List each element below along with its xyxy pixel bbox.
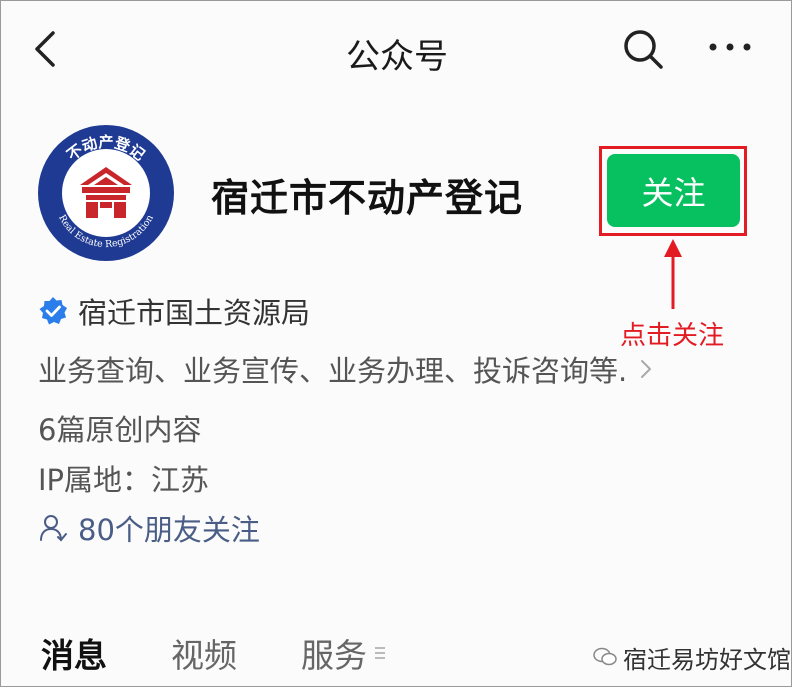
watermark: 宿迁易坊好文馆 xyxy=(593,639,791,675)
tab-messages[interactable]: 消息 xyxy=(41,629,107,677)
tab-bar: 消息 视频 服务 xyxy=(41,629,387,677)
watermark-text: 宿迁易坊好文馆 xyxy=(623,645,791,674)
tab-videos[interactable]: 视频 xyxy=(171,629,237,677)
menu-icon xyxy=(375,647,385,659)
person-icon xyxy=(40,515,67,542)
tab-services-label: 服务 xyxy=(301,636,367,675)
account-name: 宿迁市不动产登记 xyxy=(211,176,524,220)
friends-following-row[interactable]: 80个朋友关注 xyxy=(38,507,260,549)
verified-by-label: 宿迁市国土资源局 xyxy=(78,296,311,330)
chevron-right-icon xyxy=(641,360,652,378)
follow-button[interactable]: 关注 xyxy=(607,154,740,227)
page-title: 公众号 xyxy=(346,37,448,77)
search-icon xyxy=(624,30,663,69)
real-estate-registration-logo: 不动产登记 Real Estate Registration xyxy=(38,125,174,261)
ip-location: IP属地：江苏 xyxy=(38,463,210,497)
verified-row[interactable]: 宿迁市国土资源局 xyxy=(38,291,310,331)
description-row[interactable]: 业务查询、业务宣传、业务办理、投诉咨询等. xyxy=(38,349,738,389)
account-description: 业务查询、业务宣传、业务办理、投诉咨询等. xyxy=(38,354,628,388)
arrow-up-icon xyxy=(664,239,682,309)
annotation-text: 点击关注 xyxy=(620,321,725,351)
phone-screen: 公众号 不动产登记 Real Estate Registration 宿迁市不动… xyxy=(0,0,792,687)
more-button[interactable] xyxy=(707,37,753,57)
top-nav-bar: 公众号 xyxy=(1,1,792,101)
more-icon xyxy=(709,43,751,51)
account-avatar: 不动产登记 Real Estate Registration xyxy=(36,123,176,263)
verified-badge-icon xyxy=(39,297,67,325)
search-button[interactable] xyxy=(621,27,665,71)
wechat-icon xyxy=(593,647,617,666)
friends-following-label: 80个朋友关注 xyxy=(78,513,260,547)
tab-services[interactable]: 服务 xyxy=(301,629,387,677)
original-articles-count[interactable]: 6篇原创内容 xyxy=(38,407,201,449)
